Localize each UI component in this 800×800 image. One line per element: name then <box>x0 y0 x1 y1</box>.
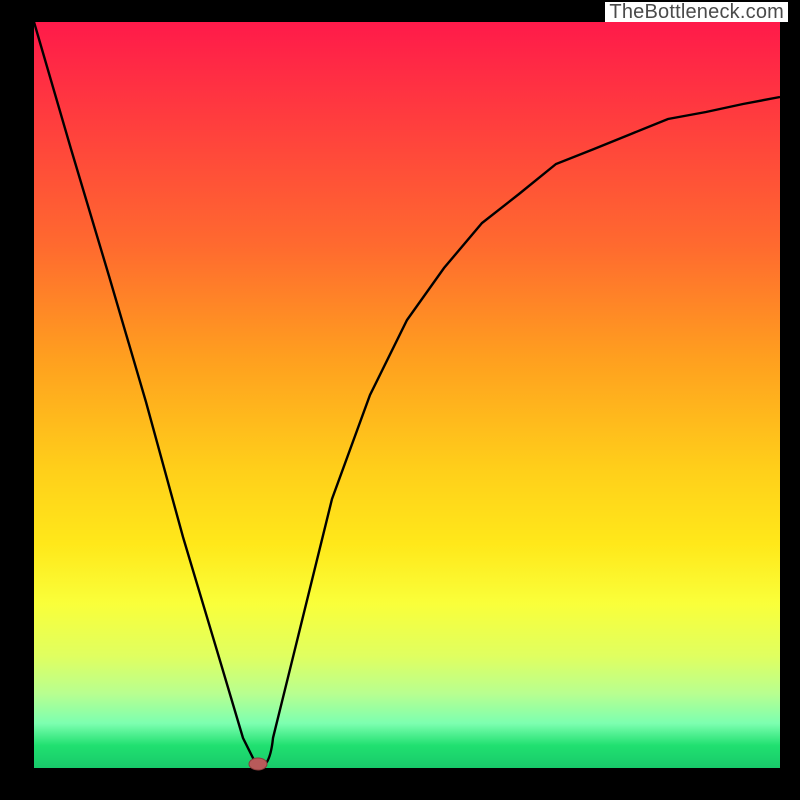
bottleneck-curve-svg <box>34 22 780 768</box>
minimum-marker <box>249 758 267 770</box>
bottleneck-curve <box>34 22 780 768</box>
plot-area <box>34 22 780 768</box>
watermark-label: TheBottleneck.com <box>605 2 788 22</box>
chart-frame: TheBottleneck.com <box>0 0 800 800</box>
